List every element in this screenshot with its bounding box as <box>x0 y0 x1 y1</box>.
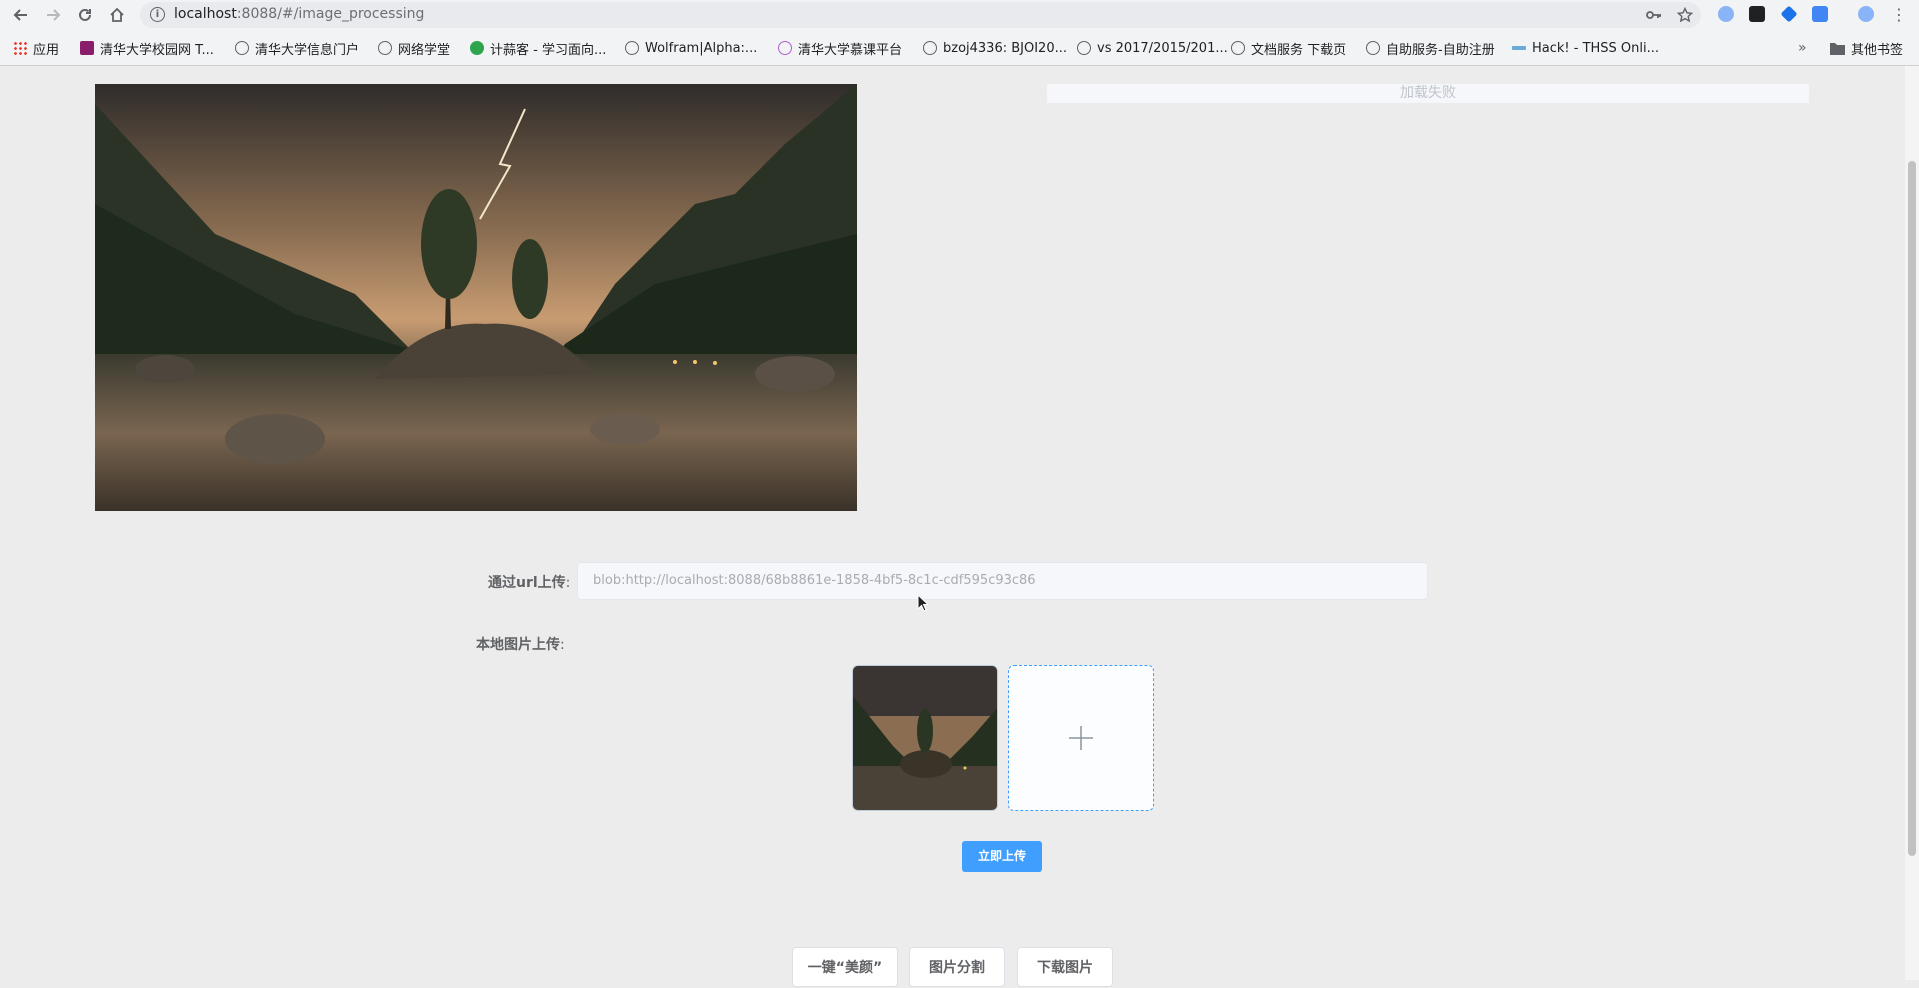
address-bar[interactable]: i localhost:8088/#/image_processing <box>140 2 1701 28</box>
url-upload-label: 通过url上传: <box>488 575 571 591</box>
browser-menu-icon[interactable]: ⋮ <box>1888 4 1910 26</box>
bookmark-label: 应用 <box>33 42 60 58</box>
image-segmentation-button[interactable]: 图片分割 <box>909 947 1005 987</box>
globe-icon <box>1077 41 1091 55</box>
bookmarks-overflow-chevron-icon[interactable]: » <box>1798 39 1807 57</box>
forward-button[interactable] <box>42 4 64 26</box>
bookmark-learn[interactable]: 网络学堂 <box>378 39 451 58</box>
bookmark-vs[interactable]: vs 2017/2015/201... <box>1077 39 1228 57</box>
home-button[interactable] <box>106 4 128 26</box>
bookmark-other-folder[interactable]: 其他书签 <box>1830 39 1904 58</box>
forward-arrow-icon <box>47 9 61 21</box>
translate-icon[interactable] <box>1812 6 1828 22</box>
browser-toolbar: i localhost:8088/#/image_processing ⋮ <box>0 0 1919 30</box>
bookmark-label: Hack! - THSS Onli... <box>1532 40 1660 56</box>
load-failed-text: 加载失败 <box>1400 85 1456 101</box>
globe-icon <box>1231 41 1245 55</box>
globe-icon <box>235 41 249 55</box>
upload-now-button[interactable]: 立即上传 <box>962 841 1042 872</box>
globe-icon <box>923 41 937 55</box>
bookmark-wolfram[interactable]: Wolfram|Alpha:... <box>625 39 757 57</box>
bookmark-doc-service[interactable]: 文档服务 下载页 <box>1231 39 1347 58</box>
url-upload-input[interactable]: blob:http://localhost:8088/68b8861e-1858… <box>577 562 1428 600</box>
page-scrollbar[interactable] <box>1905 66 1919 980</box>
page-content: 加载失败 通过url上传: blob:http://localhost:8088… <box>0 66 1905 987</box>
source-image-landscape <box>95 84 857 511</box>
globe-icon <box>378 41 392 55</box>
url-host: localhost <box>174 6 237 22</box>
reload-button[interactable] <box>74 4 96 26</box>
landscape-photo <box>95 84 857 511</box>
bookmark-jisuanke[interactable]: 计蒜客 - 学习面向... <box>470 39 607 58</box>
bookmark-label: 计蒜客 - 学习面向... <box>490 42 607 58</box>
plus-icon <box>1069 726 1093 750</box>
xuetangx-icon <box>778 41 792 55</box>
site-info-icon[interactable]: i <box>150 7 165 22</box>
apps-grid-icon <box>13 41 27 55</box>
bookmark-label: 清华大学慕课平台 <box>798 42 903 58</box>
bookmark-label: vs 2017/2015/201... <box>1097 40 1228 56</box>
thumbnail-photo <box>853 666 997 810</box>
bookmark-apps[interactable]: 应用 <box>13 39 60 58</box>
star-icon[interactable] <box>1677 7 1693 23</box>
bookmark-label: 清华大学信息门户 <box>255 42 360 58</box>
url-path: :8088/#/image_processing <box>236 6 425 22</box>
bookmark-hack-thss[interactable]: Hack! - THSS Onli... <box>1512 39 1659 57</box>
mouse-cursor-icon <box>917 594 929 612</box>
extension-badge-icon[interactable] <box>1718 6 1734 22</box>
download-image-button[interactable]: 下载图片 <box>1017 947 1113 987</box>
browser-chrome: i localhost:8088/#/image_processing ⋮ 应用… <box>0 0 1919 66</box>
extension-blue-icon[interactable] <box>1780 5 1798 23</box>
key-icon[interactable] <box>1646 8 1662 22</box>
bookmark-label: 其他书签 <box>1851 42 1904 58</box>
hack-icon <box>1512 41 1526 55</box>
folder-icon <box>1830 42 1845 55</box>
local-upload-label-text: 本地图片上传 <box>476 637 560 653</box>
globe-icon <box>1366 41 1380 55</box>
globe-icon <box>625 41 639 55</box>
bookmark-bzoj[interactable]: bzoj4336: BJOI20... <box>923 39 1067 57</box>
add-image-upload-area[interactable] <box>1008 665 1154 811</box>
uploaded-image-thumbnail[interactable] <box>852 665 998 811</box>
tsinghua-icon <box>80 41 94 55</box>
home-icon <box>110 7 124 22</box>
bookmark-label: Wolfram|Alpha:... <box>645 40 758 56</box>
local-upload-label: 本地图片上传: <box>476 637 565 653</box>
profile-avatar-icon[interactable] <box>1858 6 1874 22</box>
address-url[interactable]: localhost:8088/#/image_processing <box>174 6 424 22</box>
bookmark-label: 网络学堂 <box>398 42 451 58</box>
processed-image-placeholder: 加载失败 <box>1047 84 1809 103</box>
bookmark-label: 清华大学校园网 T... <box>100 42 214 58</box>
scrollbar-thumb[interactable] <box>1908 161 1916 856</box>
jisuanke-icon <box>470 41 484 55</box>
bookmark-tsinghua-campus-net[interactable]: 清华大学校园网 T... <box>80 39 214 58</box>
bookmark-info-portal[interactable]: 清华大学信息门户 <box>235 39 360 58</box>
bookmark-label: 文档服务 下载页 <box>1251 42 1347 58</box>
bookmarks-bar: 应用 清华大学校园网 T... 清华大学信息门户 网络学堂 计蒜客 - 学习面向… <box>0 35 1919 61</box>
back-arrow-icon <box>13 9 27 21</box>
reload-icon <box>79 8 91 21</box>
url-upload-label-text: 通过url上传 <box>488 575 566 591</box>
back-button[interactable] <box>10 4 32 26</box>
bookmark-self-service[interactable]: 自助服务-自助注册 <box>1366 39 1495 58</box>
bookmark-label: bzoj4336: BJOI20... <box>943 40 1067 56</box>
bookmark-mooc[interactable]: 清华大学慕课平台 <box>778 39 903 58</box>
one-click-beautify-button[interactable]: 一键“美颜” <box>792 947 898 987</box>
bookmark-label: 自助服务-自助注册 <box>1386 42 1495 58</box>
extension-dark-icon[interactable] <box>1749 6 1765 22</box>
